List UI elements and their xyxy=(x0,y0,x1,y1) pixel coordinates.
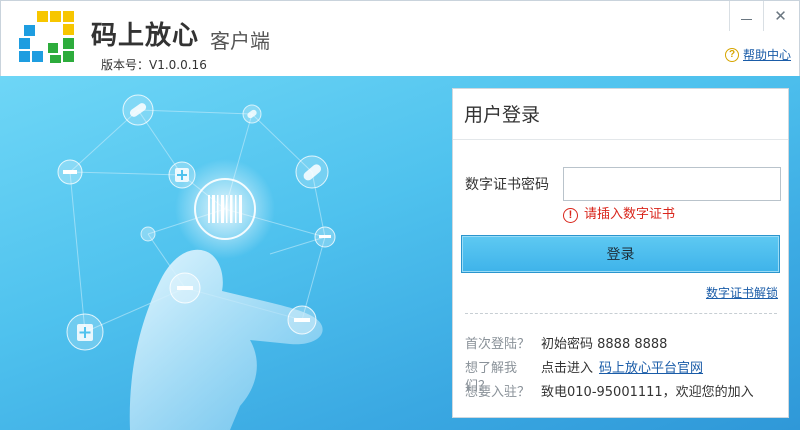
login-button[interactable]: 登录 xyxy=(461,235,780,273)
minus-circle-icon xyxy=(169,272,201,304)
close-icon: ✕ xyxy=(774,7,787,25)
certificate-error: ! 请插入数字证书 xyxy=(563,206,675,224)
tablet-icon xyxy=(242,104,262,124)
help-center-link[interactable]: ? 帮助中心 xyxy=(725,46,791,63)
window-header: 码上放心 客户端 版本号：V1.0.0.16 ✕ ? 帮助中心 xyxy=(0,0,800,76)
join-answer: 致电010-95001111，欢迎您的加入 xyxy=(541,385,754,400)
pill-icon xyxy=(295,155,329,189)
medicine-kit-icon xyxy=(66,313,104,351)
first-login-row: 首次登陆？ 初始密码 8888 8888 xyxy=(465,336,667,354)
version-label: 版本号：V1.0.0.16 xyxy=(101,58,207,72)
minimize-button[interactable] xyxy=(729,1,763,31)
title-divider xyxy=(453,139,788,140)
first-login-answer: 初始密码 8888 8888 xyxy=(541,337,668,352)
minimize-icon xyxy=(741,18,752,20)
error-icon: ! xyxy=(563,207,578,223)
certificate-unlock-link[interactable]: 数字证书解锁 xyxy=(706,285,778,301)
app-title: 码上放心 xyxy=(91,21,200,51)
tablet-icon xyxy=(140,226,156,242)
login-title: 用户登录 xyxy=(464,104,541,126)
error-text: 请插入数字证书 xyxy=(584,207,676,222)
app-logo xyxy=(19,11,74,63)
app-subtitle: 客户端 xyxy=(210,29,270,53)
join-question: 想要入驻？ xyxy=(465,385,531,400)
minus-circle-icon xyxy=(287,305,317,335)
minus-circle-icon xyxy=(314,226,336,248)
help-icon: ? xyxy=(725,47,739,62)
certificate-password-input[interactable] xyxy=(563,167,781,201)
medicine-kit-icon xyxy=(168,161,196,189)
password-label: 数字证书密码 xyxy=(465,177,549,193)
minus-circle-icon xyxy=(57,159,83,185)
login-panel: 用户登录 数字证书密码 ! 请插入数字证书 登录 数字证书解锁 首次登陆？ 初始… xyxy=(452,88,789,418)
dashed-divider xyxy=(465,313,777,314)
hand-illustration xyxy=(129,249,323,430)
first-login-question: 首次登陆？ xyxy=(465,337,531,352)
join-row: 想要入驻？ 致电010-95001111，欢迎您的加入 xyxy=(465,384,754,402)
help-center-label: 帮助中心 xyxy=(743,48,792,62)
pill-icon xyxy=(122,94,154,126)
close-button[interactable]: ✕ xyxy=(763,1,797,31)
